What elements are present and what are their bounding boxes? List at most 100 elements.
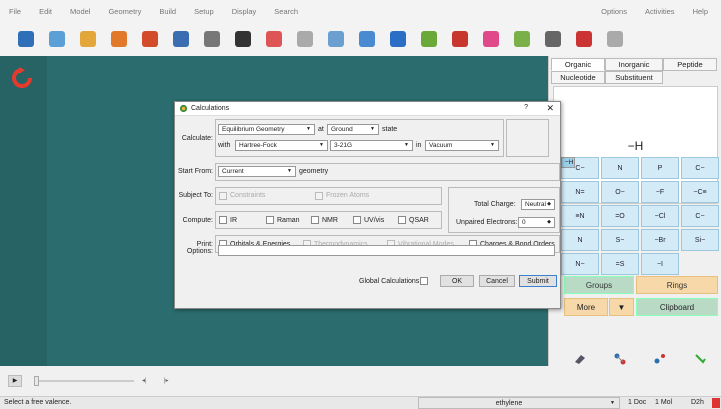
nmr-checkbox[interactable]	[311, 216, 319, 224]
chemist-icon[interactable]	[260, 25, 288, 53]
basis-select[interactable]: 3-21G ▼	[330, 140, 413, 151]
menu-file[interactable]: File	[0, 7, 30, 16]
more-button[interactable]: More	[564, 298, 608, 316]
qsar-checkbox[interactable]	[398, 216, 406, 224]
clipboard-button[interactable]: Clipboard	[636, 298, 718, 316]
spreadsheet-icon[interactable]	[322, 25, 350, 53]
start-from-select[interactable]: Current ▼	[218, 166, 296, 177]
fragment-button[interactable]: =S	[601, 253, 639, 275]
fragment-button[interactable]: O−	[601, 181, 639, 203]
menu-display[interactable]: Display	[223, 7, 266, 16]
close-icon[interactable]: ✕	[546, 103, 554, 114]
fragment-button[interactable]: Si−	[681, 229, 719, 251]
menu-activities[interactable]: Activities	[636, 7, 684, 16]
dots-icon[interactable]	[415, 25, 443, 53]
fragment-button[interactable]: C−	[681, 157, 719, 179]
total-charge-label: Total Charge:	[474, 201, 516, 208]
folder-open-icon[interactable]	[74, 25, 102, 53]
tab-inorganic[interactable]: Inorganic	[605, 58, 663, 71]
play-button[interactable]: ▶	[8, 375, 22, 387]
document-icon[interactable]	[353, 25, 381, 53]
help-button[interactable]: ?	[524, 104, 528, 111]
tab-nucleotide[interactable]: Nucleotide	[551, 71, 605, 84]
method-select[interactable]: Hartree-Fock ▼	[235, 140, 328, 151]
fragment-button[interactable]: −Cl	[641, 205, 679, 227]
open-doc-icon[interactable]	[43, 25, 71, 53]
solvent-select[interactable]: Vacuum ▼	[425, 140, 499, 151]
menu-model[interactable]: Model	[61, 7, 99, 16]
menu-search[interactable]: Search	[265, 7, 307, 16]
step-back-icon[interactable]: ◂|	[142, 377, 147, 384]
raman-checkbox[interactable]	[266, 216, 274, 224]
menu-edit[interactable]: Edit	[30, 7, 61, 16]
fragment-button[interactable]: −H	[561, 157, 575, 168]
menu-build[interactable]: Build	[150, 7, 185, 16]
rings-button[interactable]: Rings	[636, 276, 718, 294]
menu-help[interactable]: Help	[684, 7, 717, 16]
groups-button[interactable]: Groups	[564, 276, 634, 294]
menu-options[interactable]: Options	[592, 7, 636, 16]
tab-substituent[interactable]: Substituent	[605, 71, 663, 84]
unpaired-spinner[interactable]: 0 ◆	[518, 217, 555, 228]
molecule-icon[interactable]	[570, 25, 598, 53]
ir-checkbox[interactable]	[219, 216, 227, 224]
ok-button[interactable]: OK	[440, 275, 474, 287]
fragment-button[interactable]: −F	[641, 181, 679, 203]
uvvis-checkbox[interactable]	[353, 216, 361, 224]
frozen-atoms-checkbox[interactable]	[315, 192, 323, 200]
fragment-button[interactable]: N−	[561, 253, 599, 275]
fragment-button[interactable]: C−	[681, 205, 719, 227]
undo-icon[interactable]	[167, 25, 195, 53]
state-select[interactable]: Ground ▼	[327, 124, 379, 135]
plot-icon[interactable]	[539, 25, 567, 53]
tab-organic[interactable]: Organic	[551, 58, 605, 71]
options-input[interactable]	[218, 245, 555, 256]
mol-count: 1 Mol	[655, 399, 673, 406]
more-dropdown-button[interactable]: ▼	[609, 298, 634, 316]
fragment-button[interactable]: N=	[561, 181, 599, 203]
build-panel: Organic Inorganic Peptide Nucleotide Sub…	[548, 56, 721, 366]
reset-view-icon[interactable]	[10, 66, 34, 90]
fragment-button[interactable]: N	[561, 229, 599, 251]
folder-import-icon[interactable]	[105, 25, 133, 53]
fragment-button[interactable]: P	[641, 157, 679, 179]
fragment-button[interactable]: N	[601, 157, 639, 179]
playback-slider[interactable]	[34, 380, 134, 382]
fragment-button[interactable]: ≡N	[561, 205, 599, 227]
calc-type-select[interactable]: Equilibrium Geometry ▼	[218, 124, 315, 135]
fragment-button[interactable]: −Br	[641, 229, 679, 251]
cancel-button[interactable]: Cancel	[479, 275, 515, 287]
person-icon[interactable]	[291, 25, 319, 53]
save-icon[interactable]	[136, 25, 164, 53]
tab-peptide[interactable]: Peptide	[663, 58, 717, 71]
spinner-icon: ◆	[547, 219, 551, 225]
tools-icon[interactable]	[198, 25, 226, 53]
slider-handle[interactable]	[34, 376, 39, 386]
surface-icon[interactable]	[446, 25, 474, 53]
fragment-button[interactable]: −I	[641, 253, 679, 275]
atoms-icon[interactable]	[653, 352, 667, 366]
minimize-icon[interactable]	[693, 352, 707, 366]
spectrum-icon[interactable]	[477, 25, 505, 53]
total-charge-spinner[interactable]: Neutral ◆	[521, 199, 555, 210]
submit-button[interactable]: Submit	[519, 275, 557, 287]
unpaired-label: Unpaired Electrons:	[456, 219, 518, 226]
constraints-checkbox[interactable]	[219, 192, 227, 200]
glasses-icon[interactable]	[229, 25, 257, 53]
new-icon[interactable]	[12, 25, 40, 53]
fragment-button[interactable]: =O	[601, 205, 639, 227]
fragment-button[interactable]: −C≡	[681, 181, 719, 203]
step-forward-icon[interactable]: |▸	[164, 377, 169, 384]
bond-icon[interactable]	[613, 352, 627, 366]
eraser-icon[interactable]	[573, 352, 587, 366]
menu-setup[interactable]: Setup	[185, 7, 223, 16]
global-calc-checkbox[interactable]	[420, 277, 428, 285]
fragment-button[interactable]: S−	[601, 229, 639, 251]
molecule-selector[interactable]: ethylene ▼	[418, 397, 620, 409]
flask-icon[interactable]	[601, 25, 629, 53]
solvent-value: Vacuum	[429, 142, 453, 149]
orbital-icon[interactable]	[384, 25, 412, 53]
app-icon	[179, 104, 188, 113]
menu-geometry[interactable]: Geometry	[99, 7, 150, 16]
table-icon[interactable]	[508, 25, 536, 53]
